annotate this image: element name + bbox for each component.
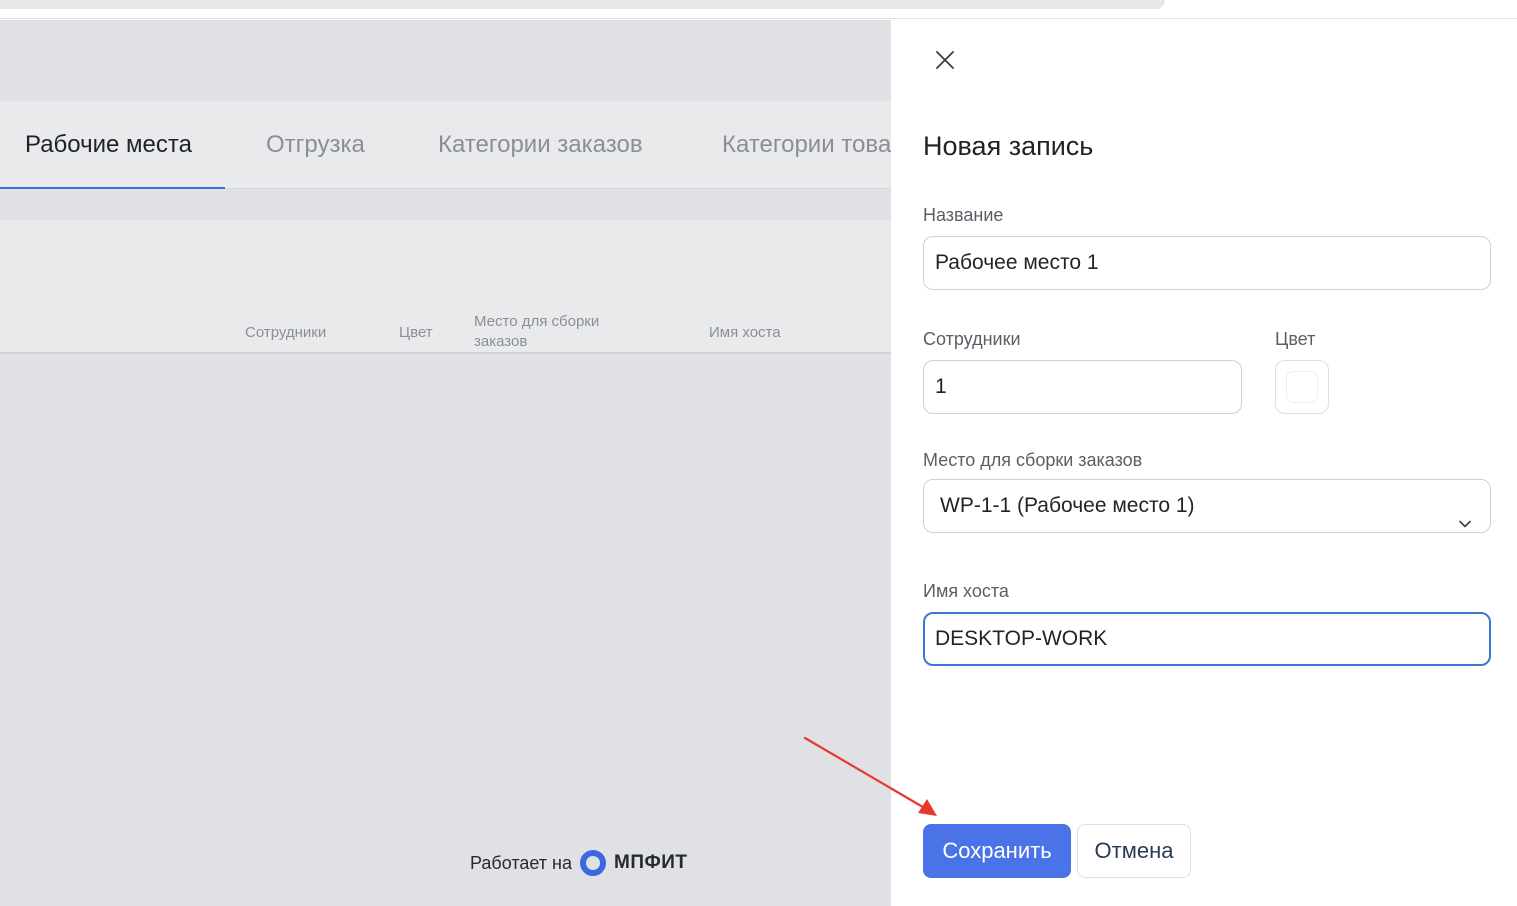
hostname-label: Имя хоста: [923, 581, 1009, 601]
hostname-input[interactable]: [923, 612, 1491, 666]
tab-product-categories[interactable]: Категории това: [722, 101, 891, 188]
browser-top-strip: [0, 0, 1517, 20]
tab-workplaces[interactable]: Рабочие места: [0, 101, 225, 189]
color-picker[interactable]: [1275, 360, 1329, 414]
column-header-staff: Сотрудники: [245, 324, 327, 341]
annotation-arrow-shaft: [803, 736, 930, 812]
close-icon[interactable]: [933, 48, 957, 72]
color-label: Цвет: [1275, 329, 1316, 349]
table-header: Сотрудники Цвет Место для сборки заказов…: [0, 220, 891, 354]
staff-label: Сотрудники: [923, 329, 1021, 349]
assembly-place-value: WP-1-1 (Рабочее место 1): [940, 494, 1195, 517]
dimmed-page-background: Рабочие места Отгрузка Категории заказов…: [0, 20, 891, 906]
tab-order-categories[interactable]: Категории заказов: [438, 101, 643, 188]
chevron-down-icon: [1458, 499, 1472, 528]
new-record-panel: Новая запись Название Сотрудники Цвет Ме…: [891, 20, 1517, 906]
tab-shipment[interactable]: Отгрузка: [266, 101, 365, 188]
name-label: Название: [923, 205, 1004, 225]
color-swatch: [1286, 371, 1318, 403]
cancel-button[interactable]: Отмена: [1077, 824, 1191, 878]
column-header-hostname: Имя хоста: [709, 324, 781, 341]
horizontal-scrollbar[interactable]: [0, 0, 1165, 9]
assembly-place-label: Место для сборки заказов: [923, 450, 1143, 470]
staff-input[interactable]: [923, 360, 1242, 414]
divider: [0, 18, 1517, 19]
powered-by-footer: Работает на МПФИТ: [470, 848, 687, 878]
column-header-assembly-place: Место для сборки заказов: [474, 313, 600, 350]
tab-bar: Рабочие места Отгрузка Категории заказов…: [0, 101, 891, 189]
column-header-color: Цвет: [399, 324, 433, 341]
name-input[interactable]: [923, 236, 1491, 290]
footer-brand[interactable]: МПФИТ: [614, 852, 687, 874]
footer-prefix: Работает на: [470, 852, 573, 873]
save-button[interactable]: Сохранить: [923, 824, 1071, 878]
panel-title: Новая запись: [923, 131, 1094, 161]
annotation-arrow: [803, 736, 937, 816]
annotation-arrow-head: [918, 799, 937, 816]
assembly-place-select[interactable]: WP-1-1 (Рабочее место 1): [923, 479, 1491, 533]
mpfit-logo-icon: [580, 850, 607, 876]
